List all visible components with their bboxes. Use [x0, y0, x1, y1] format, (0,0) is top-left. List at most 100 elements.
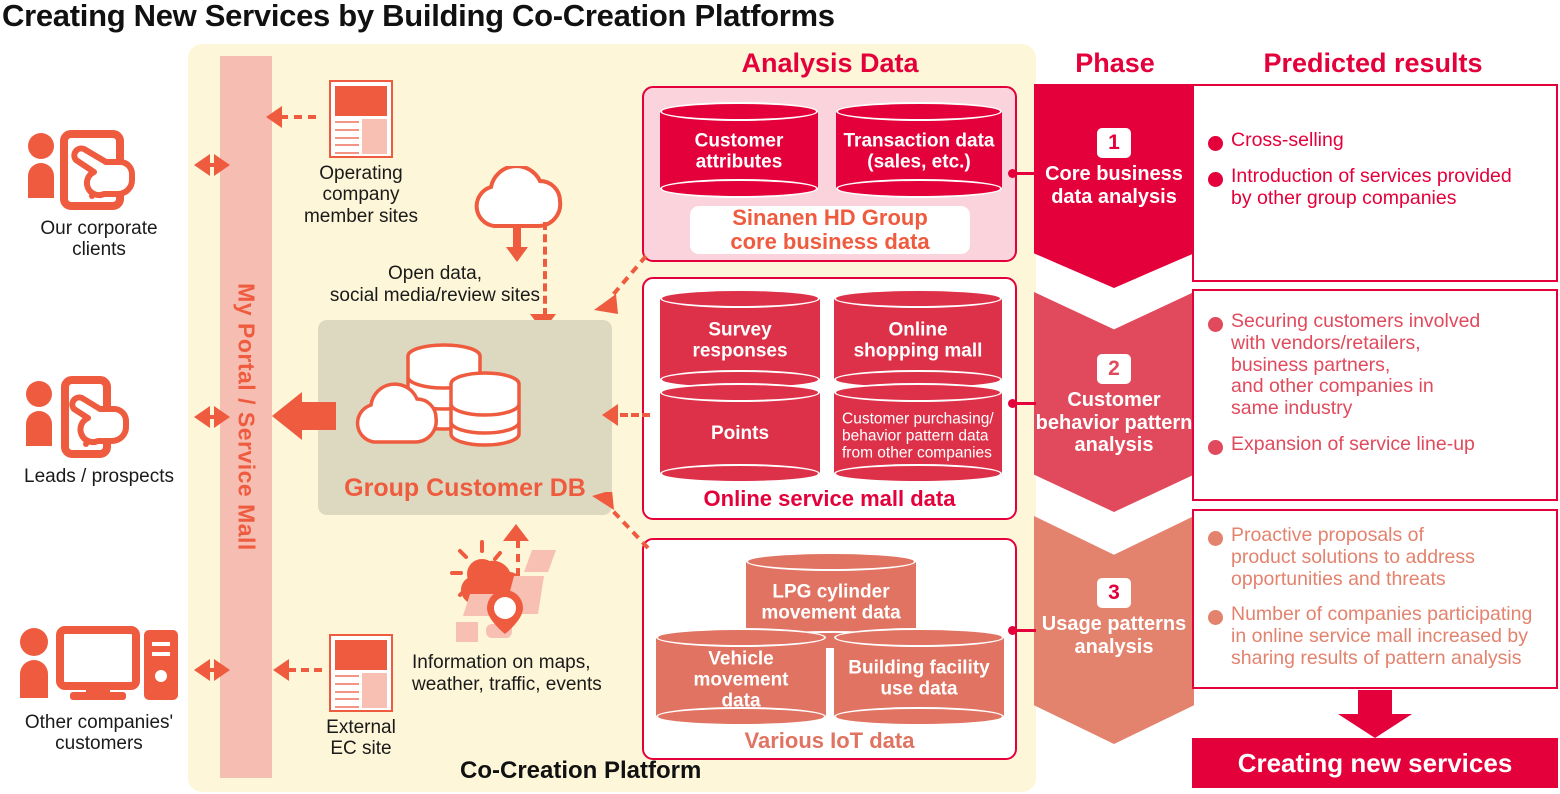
cylinder: Building facility use data: [834, 628, 1004, 726]
arrow-dashes-vertical: [543, 222, 547, 316]
persona-other-companies-customers: Other companies' customers: [8, 620, 190, 755]
page-title: Creating New Services by Building Co-Cre…: [2, 0, 835, 33]
cylinder-label: Vehicle movement data: [693, 648, 789, 712]
my-portal-service-mall-label: My Portal / Service Mall: [233, 283, 260, 551]
co-creation-platform-label: Co-Creation Platform: [460, 757, 702, 784]
result-text: Introduction of services provided by oth…: [1231, 164, 1512, 209]
note-map-info: Information on maps, weather, traffic, e…: [412, 652, 602, 695]
arrow-head-up: [503, 524, 529, 541]
analysis-group-various-iot-data: LPG cylinder movement data Vehicle movem…: [642, 538, 1017, 760]
result-item: Cross-selling: [1208, 129, 1542, 152]
person-desktop-pc-icon: [8, 620, 190, 708]
connector-knob: [1008, 399, 1017, 408]
arrow-head-left: [273, 659, 289, 681]
phase-number: 2: [1097, 354, 1131, 384]
thumb-caption: Operating company member sites: [303, 163, 419, 227]
external-ec-site: External EC site: [296, 634, 426, 760]
cylinder-label: Points: [710, 422, 770, 444]
analysis-data-heading: Analysis Data: [741, 48, 919, 78]
arrow-dashes: [280, 115, 316, 119]
predicted-results-phase-2: Securing customers involved with vendors…: [1192, 289, 1558, 501]
arrow-head-right: [214, 154, 230, 176]
thumb-caption: External EC site: [326, 717, 396, 760]
cylinder-label: LPG cylinder movement data: [761, 581, 901, 624]
result-item: Expansion of service line-up: [1208, 433, 1542, 456]
result-item: Introduction of services provided by oth…: [1208, 164, 1542, 210]
cylinder: Vehicle movement data: [656, 628, 826, 726]
predicted-results-phase-3: Proactive proposals of product solutions…: [1192, 509, 1558, 689]
map-weather-icon: [438, 538, 568, 653]
operating-company-member-sites: Operating company member sites: [286, 80, 436, 227]
person-smartphone-tap-icon: [8, 374, 190, 462]
arrow-dashes: [288, 668, 322, 672]
cylinder: Transaction data (sales, etc.): [836, 102, 1002, 198]
persona-our-corporate-clients: Our corporate clients: [8, 126, 190, 261]
cylinder: Points: [660, 383, 820, 483]
cylinder: Online shopping mall: [834, 289, 1002, 389]
persona-caption: Leads / prospects: [24, 466, 174, 487]
group-customer-db-box: Group Customer DB: [318, 320, 612, 515]
result-item: Proactive proposals of product solutions…: [1208, 524, 1542, 590]
arrow-head-left: [602, 404, 618, 426]
cylinder-label: Survey responses: [692, 319, 788, 362]
persona-caption: Our corporate clients: [40, 218, 158, 261]
result-text: Expansion of service line-up: [1231, 433, 1475, 456]
result-text: Proactive proposals of product solutions…: [1231, 524, 1475, 590]
phase-item-1: 1 Core business data analysis: [1034, 84, 1194, 288]
phase-number: 3: [1097, 578, 1131, 608]
persona-leads-prospects: Leads / prospects: [8, 374, 190, 487]
bullet-dot: [1208, 136, 1223, 151]
predicted-results-phase-1: Cross-selling Introduction of services p…: [1192, 84, 1558, 282]
result-text: Securing customers involved with vendors…: [1231, 310, 1481, 420]
connector-analysis2-to-db: [620, 413, 650, 417]
arrow-dashes-vertical: [516, 540, 520, 576]
bullet-dot: [1208, 610, 1223, 626]
phase-number: 1: [1097, 128, 1131, 158]
cylinder-label: Customer purchasing/ behavior pattern da…: [842, 410, 994, 462]
phase-item-3: 3 Usage patterns analysis: [1034, 516, 1194, 744]
analysis-group-caption: Various IoT data: [744, 728, 915, 753]
bullet-dot: [1208, 531, 1223, 546]
creating-new-services-banner: Creating new services: [1192, 738, 1558, 788]
phase-label: Core business data analysis: [1045, 163, 1183, 208]
person-tablet-tap-icon: [8, 126, 190, 214]
cloud-down-arrow-icon: [504, 225, 530, 268]
group-customer-db-label: Group Customer DB: [344, 474, 586, 502]
result-text: Cross-selling: [1231, 129, 1344, 151]
result-item: Number of companies participating in onl…: [1208, 603, 1542, 670]
analysis-group-caption: Sinanen HD Group core business data: [730, 204, 930, 254]
cylinder-label: Transaction data (sales, etc.): [843, 130, 995, 173]
bullet-dot: [1208, 440, 1223, 456]
predicted-results-heading: Predicted results: [1263, 48, 1483, 78]
cylinder: Customer attributes: [660, 102, 818, 198]
website-thumbnail-icon: [329, 80, 393, 158]
arrow-head-right: [214, 659, 230, 681]
connector-knob: [1008, 626, 1017, 635]
arrow-head-right: [214, 406, 230, 428]
analysis-group-online-service-mall-data: Survey responses Online shopping mall Po…: [642, 277, 1017, 520]
bullet-dot: [1208, 171, 1223, 187]
cylinder: Customer purchasing/ behavior pattern da…: [834, 383, 1002, 483]
phase-label: Usage patterns analysis: [1041, 613, 1187, 658]
cylinder-label: Customer attributes: [694, 130, 784, 173]
phase-item-2: 2 Customer behavior pattern analysis: [1034, 292, 1194, 512]
phase-heading: Phase: [1075, 48, 1155, 78]
website-thumbnail-icon: [329, 634, 393, 712]
cloud-database-icon: [352, 342, 552, 457]
flow-arrow-to-portal: [272, 392, 336, 445]
analysis-group-core-business-data: Customer attributes Transaction data (sa…: [642, 86, 1017, 262]
analysis-group-caption: Online service mall data: [703, 486, 956, 511]
bullet-dot: [1208, 317, 1223, 332]
connector-knob: [1008, 169, 1017, 178]
note-open-data: Open data, social media/review sites: [329, 263, 541, 306]
cylinder: Survey responses: [660, 289, 820, 389]
cylinder-label: Online shopping mall: [853, 319, 983, 362]
connector-analysis3-to-db: [588, 490, 654, 554]
result-item: Securing customers involved with vendors…: [1208, 310, 1542, 420]
phase-label: Customer behavior pattern analysis: [1035, 389, 1193, 457]
analysis-group-caption-pill: Sinanen HD Group core business data: [690, 204, 970, 254]
result-text: Number of companies participating in onl…: [1231, 603, 1533, 670]
outcome-down-arrow-icon: [1336, 690, 1414, 743]
connector-analysis1-to-db: [590, 252, 650, 322]
cylinder-label: Building facility use data: [848, 657, 990, 700]
